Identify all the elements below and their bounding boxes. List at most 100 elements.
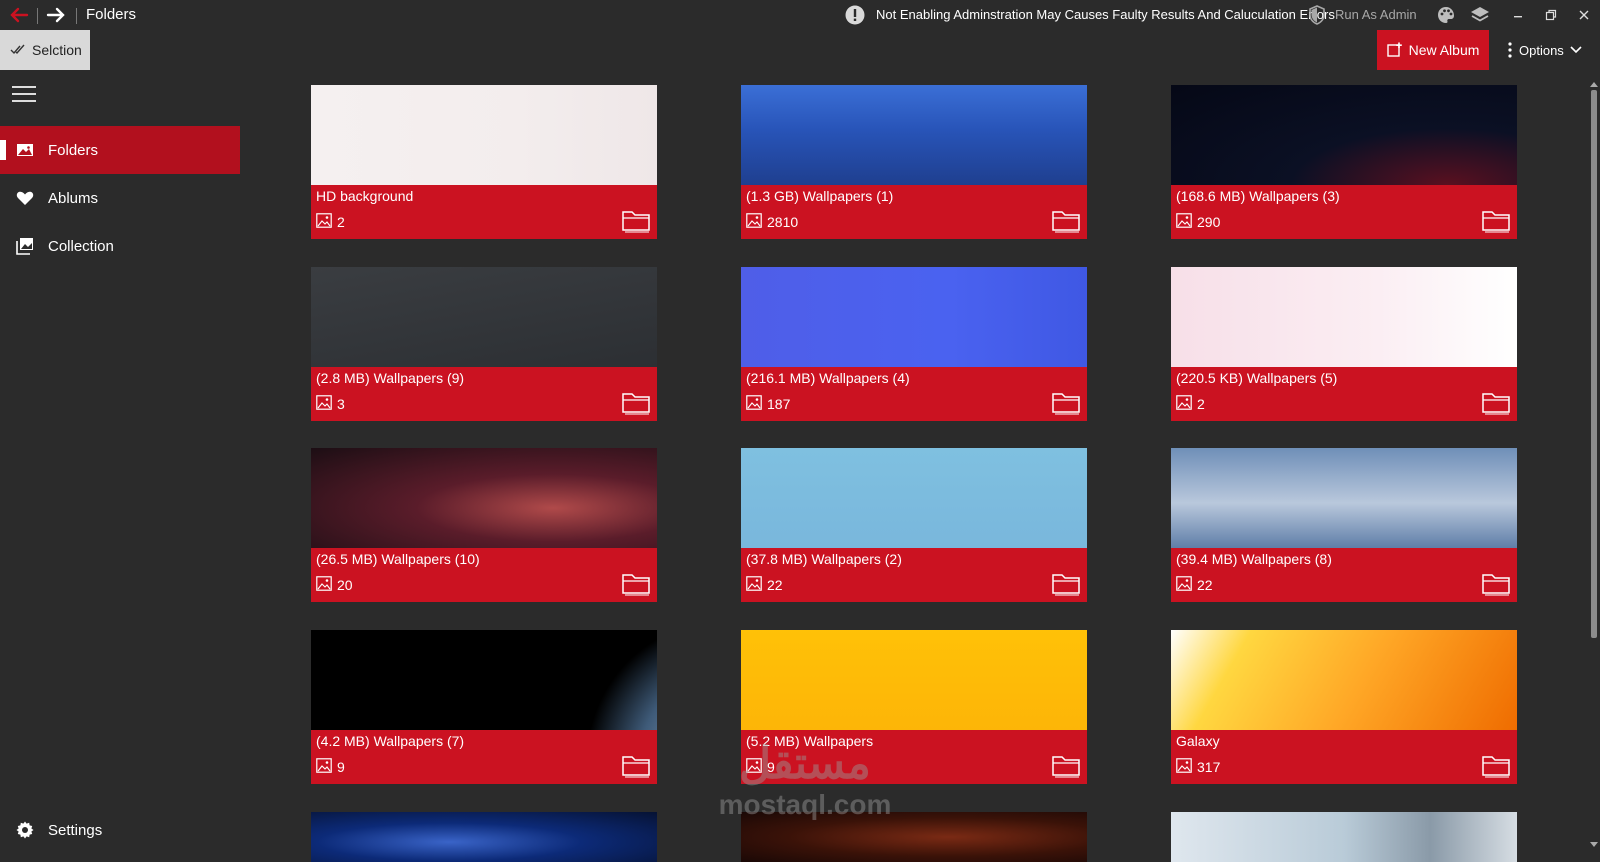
separator: [37, 8, 38, 24]
folder-thumbnail: [311, 630, 657, 730]
sidebar-item-collection[interactable]: Collection: [0, 222, 240, 270]
folder-card[interactable]: (2.8 MB) Wallpapers (9) 3: [311, 267, 657, 421]
heart-icon: [16, 191, 34, 205]
image-count: 9: [767, 759, 775, 775]
image-count-icon: [1176, 758, 1192, 773]
image-count: 290: [1197, 214, 1221, 230]
scroll-up-arrow-icon[interactable]: [1590, 82, 1598, 87]
folder-thumbnail: [741, 448, 1087, 548]
sidebar-item-settings[interactable]: Settings: [0, 806, 240, 854]
folder-thumbnail: [741, 85, 1087, 185]
photos-collection-icon: [16, 238, 33, 255]
arrow-left-icon[interactable]: [9, 6, 29, 24]
image-count: 3: [337, 396, 345, 412]
image-count: 2810: [767, 214, 799, 230]
image-count-icon: [316, 395, 332, 410]
folder-icon[interactable]: [1051, 389, 1081, 415]
layers-icon[interactable]: [1470, 5, 1490, 25]
folder-name: (216.1 MB) Wallpapers (4): [746, 370, 910, 386]
image-count: 22: [1197, 577, 1213, 593]
image-count-icon: [316, 576, 332, 591]
folder-name: (5.2 MB) Wallpapers: [746, 733, 874, 749]
image-count: 317: [1197, 759, 1221, 775]
sidebar-item-label: Ablums: [48, 189, 99, 207]
double-check-icon: [10, 44, 25, 55]
settings-label: Settings: [48, 821, 103, 839]
add-album-icon: [1386, 42, 1402, 57]
title-bar: Folders Not Enabling Adminstration May C…: [0, 0, 1600, 30]
image-count-icon: [316, 213, 332, 228]
folder-card[interactable]: (4.2 MB) Wallpapers (7) 9: [311, 630, 657, 784]
window-title: Folders: [86, 6, 137, 23]
folder-card[interactable]: (39.4 MB) Wallpapers (8) 22: [1171, 448, 1517, 602]
folder-icon[interactable]: [621, 389, 651, 415]
more-vertical-icon: [1508, 42, 1512, 58]
run-as-admin-button[interactable]: Run As Admin: [1335, 7, 1417, 22]
folder-thumbnail: [311, 267, 657, 367]
folder-icon[interactable]: [621, 207, 651, 233]
folder-thumbnail: [741, 630, 1087, 730]
folder-card[interactable]: [1171, 812, 1517, 862]
folder-thumbnail: [1171, 630, 1517, 730]
image-count-icon: [1176, 576, 1192, 591]
sidebar-item-ablums[interactable]: Ablums: [0, 174, 240, 222]
sidebar-item-label: Folders: [48, 141, 99, 159]
folder-icon[interactable]: [1481, 389, 1511, 415]
arrow-right-icon[interactable]: [46, 6, 66, 24]
scroll-down-arrow-icon[interactable]: [1590, 842, 1598, 847]
new-album-label: New Album: [1408, 42, 1480, 58]
folder-icon[interactable]: [1051, 207, 1081, 233]
folder-name: (168.6 MB) Wallpapers (3): [1176, 188, 1340, 204]
folder-card[interactable]: HD background 2: [311, 85, 657, 239]
gear-icon: [16, 821, 34, 839]
folder-icon[interactable]: [1481, 207, 1511, 233]
sidebar-item-label: Collection: [48, 237, 114, 255]
folder-card[interactable]: (37.8 MB) Wallpapers (2) 22: [741, 448, 1087, 602]
image-count: 20: [337, 577, 353, 593]
folder-icon[interactable]: [1481, 570, 1511, 596]
new-album-button[interactable]: New Album: [1377, 30, 1489, 70]
image-count: 9: [337, 759, 345, 775]
shield-icon[interactable]: [1308, 5, 1326, 25]
image-count: 22: [767, 577, 783, 593]
folder-name: (4.2 MB) Wallpapers (7): [316, 733, 465, 749]
vertical-scrollbar[interactable]: [1588, 70, 1600, 856]
folder-card[interactable]: [741, 812, 1087, 862]
folder-name: Galaxy: [1176, 733, 1220, 749]
folder-thumbnail: [311, 85, 657, 185]
folder-icon[interactable]: [621, 570, 651, 596]
image-count: 2: [337, 214, 345, 230]
folder-icon[interactable]: [1051, 752, 1081, 778]
folder-name: (220.5 KB) Wallpapers (5): [1176, 370, 1338, 386]
folder-name: (39.4 MB) Wallpapers (8): [1176, 551, 1332, 567]
sidebar-item-folders[interactable]: Folders: [0, 126, 240, 174]
folder-icon[interactable]: [1051, 570, 1081, 596]
folder-card[interactable]: (26.5 MB) Wallpapers (10) 20: [311, 448, 657, 602]
folder-thumbnail: [1171, 448, 1517, 548]
image-icon: [17, 144, 33, 156]
warning-icon: [845, 5, 865, 25]
selection-button[interactable]: Selction: [0, 30, 90, 70]
scroll-thumb[interactable]: [1591, 90, 1597, 638]
options-menu[interactable]: Options: [1507, 30, 1582, 70]
folder-card[interactable]: Galaxy 317: [1171, 630, 1517, 784]
folder-card[interactable]: (216.1 MB) Wallpapers (4) 187: [741, 267, 1087, 421]
image-count-icon: [1176, 213, 1192, 228]
folder-card[interactable]: (5.2 MB) Wallpapers 9: [741, 630, 1087, 784]
minimize-icon[interactable]: [1508, 5, 1528, 25]
close-icon[interactable]: [1574, 5, 1594, 25]
hamburger-menu-icon[interactable]: [12, 84, 36, 104]
folder-thumbnail: [311, 448, 657, 548]
image-count: 2: [1197, 396, 1205, 412]
folder-icon[interactable]: [1481, 752, 1511, 778]
folder-icon[interactable]: [621, 752, 651, 778]
restore-icon[interactable]: [1541, 5, 1561, 25]
folder-card[interactable]: [311, 812, 657, 862]
folder-thumbnail: [741, 267, 1087, 367]
folder-card[interactable]: (168.6 MB) Wallpapers (3) 290: [1171, 85, 1517, 239]
image-count-icon: [746, 395, 762, 410]
palette-icon[interactable]: [1436, 5, 1456, 25]
folder-name: (26.5 MB) Wallpapers (10): [316, 551, 480, 567]
folder-card[interactable]: (1.3 GB) Wallpapers (1) 2810: [741, 85, 1087, 239]
folder-card[interactable]: (220.5 KB) Wallpapers (5) 2: [1171, 267, 1517, 421]
